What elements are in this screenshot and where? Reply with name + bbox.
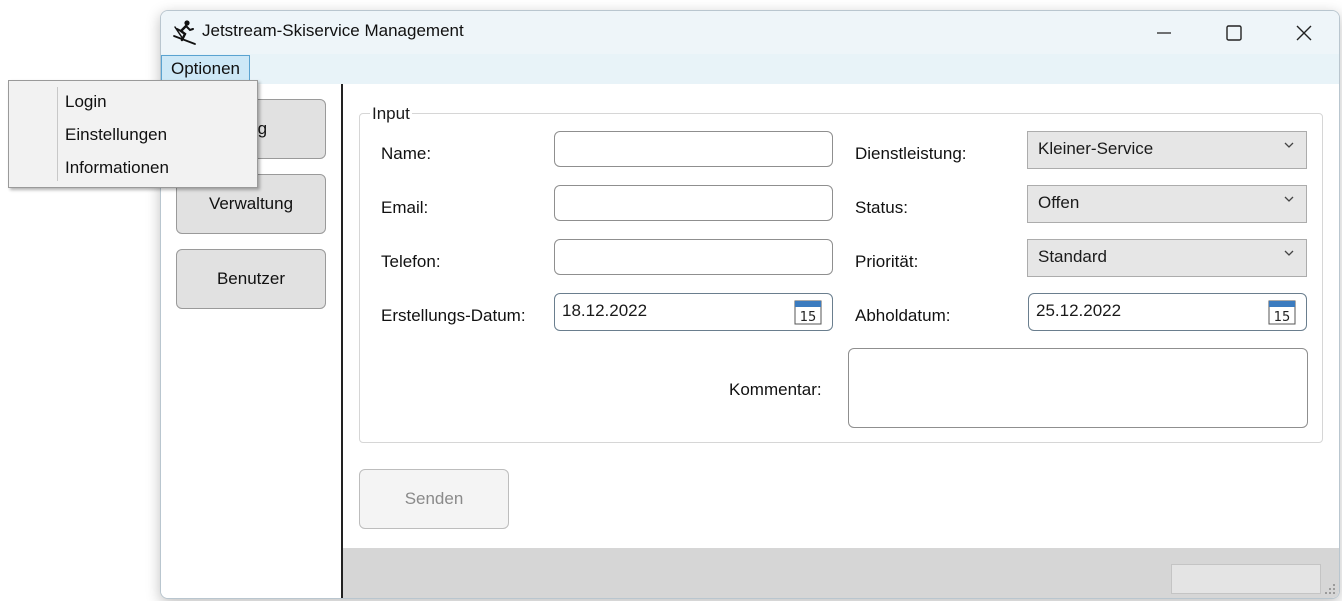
window-title: Jetstream-Skiservice Management [202,21,464,40]
erstellungsdatum-label: Erstellungs-Datum: [381,306,526,325]
status-select[interactable]: Offen [1027,185,1307,223]
erstellungsdatum-value: 18.12.2022 [562,301,648,320]
email-input[interactable] [554,185,833,221]
title-bar[interactable]: Jetstream-Skiservice Management [161,11,1339,54]
minimize-button[interactable] [1130,11,1198,54]
calendar-icon[interactable]: 15 [1268,299,1296,325]
resize-grip-icon[interactable] [1324,583,1336,595]
menu-item-informationen[interactable]: Informationen [65,158,169,178]
optionen-dropdown-menu: Login Einstellungen Informationen [8,80,258,188]
abholdatum-value: 25.12.2022 [1036,301,1122,320]
name-label: Name: [381,144,432,163]
skier-icon [173,20,196,45]
prioritaet-label: Priorität: [855,252,919,271]
telefon-label: Telefon: [381,252,441,271]
maximize-icon [1226,24,1242,41]
chevron-down-icon [1284,142,1294,148]
status-label: Status: [855,198,908,217]
send-button[interactable]: Senden [359,469,509,529]
kommentar-label: Kommentar: [729,380,822,399]
maximize-button[interactable] [1200,11,1268,54]
kommentar-input[interactable] [848,348,1308,428]
dienstleistung-value: Kleiner-Service [1038,139,1154,158]
menu-separator [57,87,58,181]
main-content: Input Name: Email: Telefon: Erstellungs-… [343,84,1339,598]
svg-text:15: 15 [800,310,817,325]
menu-item-einstellungen[interactable]: Einstellungen [65,125,167,145]
abholdatum-label: Abholdatum: [855,306,951,325]
menu-bar: Optionen [161,54,1339,84]
menu-optionen[interactable]: Optionen [161,55,250,82]
prioritaet-select[interactable]: Standard [1027,239,1307,277]
chevron-down-icon [1284,250,1294,256]
sidebar-button-benutzer[interactable]: Benutzer [176,249,326,309]
chevron-down-icon [1284,196,1294,202]
abholdatum-picker[interactable]: 25.12.2022 15 [1028,293,1307,331]
status-bar [343,548,1339,598]
menu-item-login[interactable]: Login [65,92,107,112]
email-label: Email: [381,198,429,217]
close-icon [1296,25,1312,40]
close-button[interactable] [1270,11,1338,54]
telefon-input[interactable] [554,239,833,275]
app-window: Jetstream-Skiservice Management Optionen… [160,10,1340,599]
svg-text:15: 15 [1274,310,1291,325]
status-value: Offen [1038,193,1080,212]
minimize-icon [1157,31,1171,34]
erstellungsdatum-picker[interactable]: 18.12.2022 15 [554,293,833,331]
dienstleistung-label: Dienstleistung: [855,144,967,163]
dienstleistung-select[interactable]: Kleiner-Service [1027,131,1307,169]
prioritaet-value: Standard [1038,247,1107,266]
calendar-icon[interactable]: 15 [794,299,822,325]
input-group-legend: Input [370,104,412,124]
status-bar-field [1171,564,1321,594]
name-input[interactable] [554,131,833,167]
